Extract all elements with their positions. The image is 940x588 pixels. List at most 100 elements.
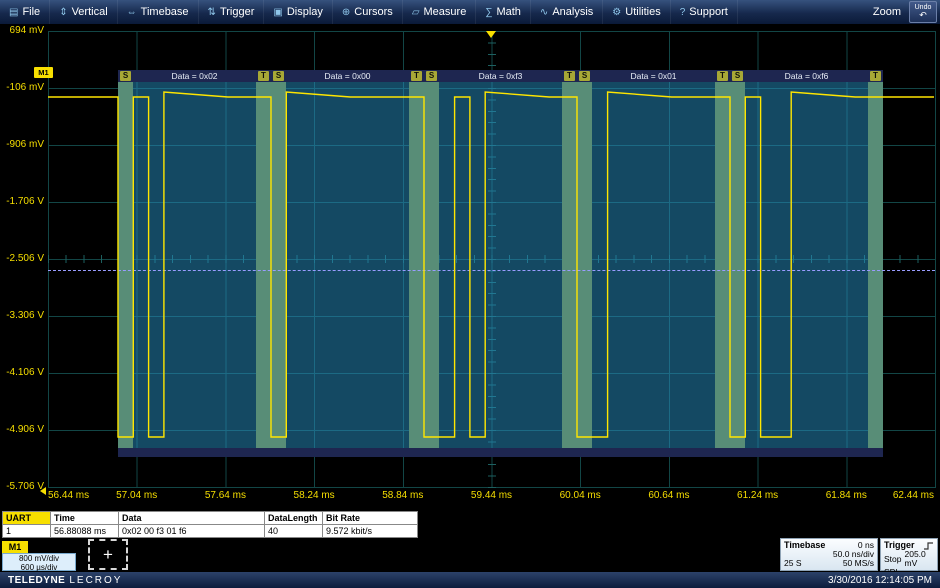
menu-item-measure[interactable]: ▱ Measure [403,0,477,24]
table-header-cell: Bit Rate [323,512,418,525]
utilities-icon: ⚙ [612,7,621,18]
menu-item-trigger[interactable]: ⇅ Trigger [199,0,265,24]
trigger-position-marker[interactable] [486,31,496,38]
support-icon: ? [680,7,686,18]
trigger-panel[interactable]: Trigger Stop 205.0 mV SPI [880,538,938,571]
display-icon: ▣ [273,7,282,18]
menu-item-vertical[interactable]: ⇕ Vertical [50,0,117,24]
y-axis-label: -4.106 V [0,368,44,378]
table-header-cell: Time [51,512,119,525]
table-header-cell: DataLength [265,512,323,525]
x-axis-label: 56.44 ms [48,490,118,501]
decode-data-label: Data = 0x02 [118,71,271,81]
decode-overlay [118,82,883,448]
status-bar: TELEDYNE LECROY 3/30/2016 12:14:05 PM [0,572,940,588]
menu-item-file[interactable]: ▤ File [0,0,50,24]
x-axis-label: 57.64 ms [190,490,260,501]
timebase-icon: ⇔ [127,7,137,18]
menu-bar: ▤ File ⇕ Vertical ⇔ Timebase ⇅ Trigger ▣ Display ⊕… [0,0,940,24]
table-cell: 0x02 00 f3 01 f6 [119,525,265,538]
add-trace-button[interactable]: + [88,539,128,570]
uart-table-title: UART [3,512,51,525]
analysis-icon: ∿ [540,7,548,18]
table-cell: 56.88088 ms [51,525,119,538]
menu-item-support[interactable]: ?Support [671,0,738,24]
x-axis-label: 57.04 ms [102,490,172,501]
decode-data-label: Data = 0x00 [271,71,424,81]
menu-item-math[interactable]: ∑ Math [476,0,531,24]
undo-button[interactable]: Undo ↶ [909,1,937,23]
timebase-title: Timebase [784,541,825,550]
measure-icon: ▱ [412,7,420,18]
y-axis-label: -106 mV [0,83,44,93]
trigger-level-line[interactable] [48,270,935,271]
y-axis-label: -2.506 V [0,254,44,264]
x-axis-label: 60.04 ms [545,490,615,501]
menu-item-label: Timebase [141,6,189,18]
math-icon: ∑ [485,7,492,18]
brand-lecroy: LECROY [69,575,122,586]
x-axis-label: 58.24 ms [279,490,349,501]
vertical-icon: ⇕ [59,7,67,18]
table-cell: 40 [265,525,323,538]
x-axis-label: 60.64 ms [634,490,704,501]
menu-item-utilities[interactable]: ⚙ Utilities [603,0,670,24]
menu-item-label: Math [496,6,520,18]
menu-item-label: Measure [424,6,467,18]
cursors-icon: ⊕ [342,7,350,18]
menu-item-label: Vertical [72,6,108,18]
decode-data-label: Data = 0xf3 [424,71,577,81]
uart-decode-band: STData = 0x02STData = 0x00STData = 0xf3S… [118,70,883,457]
timebase-rate: 50 MS/s [843,559,874,568]
trigger-level: 205.0 mV [905,550,935,568]
menu-item-label: Utilities [625,6,660,18]
timebase-reference-marker [40,487,46,495]
x-axis-label: 61.24 ms [723,490,793,501]
y-axis-label: 694 mV [0,26,44,36]
menu-bar-items: ▤ File ⇕ Vertical ⇔ Timebase ⇅ Trigger ▣ Display ⊕… [0,0,738,24]
timebase-panel[interactable]: Timebase 0 ns 50.0 ns/div 25 S 50 MS/s [780,538,878,571]
decode-data-label: Data = 0x01 [577,71,730,81]
m1-position-marker[interactable]: M1 [34,67,53,78]
waveform-display[interactable]: STData = 0x02STData = 0x00STData = 0xf3S… [0,24,940,508]
menu-item-label: Analysis [552,6,593,18]
decode-band-bottom-strip [118,448,883,457]
y-axis-label: -4.906 V [0,425,44,435]
menu-item-timebase[interactable]: ⇔ Timebase [118,0,199,24]
table-header-cell: Data [119,512,265,525]
menu-item-display[interactable]: ▣ Display [264,0,333,24]
menu-item-label: Trigger [220,6,254,18]
x-axis-label: 62.44 ms [866,490,934,501]
uart-decode-table[interactable]: UARTTimeDataDataLengthBit Rate 156.88088 … [2,511,418,538]
table-cell: 9.572 kbit/s [323,525,418,538]
trigger-icon: ⇅ [208,7,216,18]
menu-item-analysis[interactable]: ∿ Analysis [531,0,603,24]
y-axis-label: -5.706 V [0,482,44,492]
m1-descriptor-box[interactable]: 800 mV/div 600 µs/div [2,553,76,571]
undo-icon: ↶ [919,11,927,20]
menu-item-label: File [22,6,40,18]
x-axis-label: 61.84 ms [811,490,881,501]
m1-descriptor-tab[interactable]: M1 [2,541,28,553]
menu-item-label: Support [689,6,728,18]
x-axis-label: 58.84 ms [368,490,438,501]
table-cell: 1 [3,525,51,538]
timebase-samples: 25 S [784,559,802,568]
add-trace-label: + [103,545,113,565]
x-axis-label: 59.44 ms [457,490,527,501]
y-axis-label: -3.306 V [0,311,44,321]
file-icon: ▤ [9,7,18,18]
menu-item-label: Display [287,6,323,18]
menu-item-label: Cursors [354,6,393,18]
brand-teledyne: TELEDYNE [8,575,65,586]
m1-horizontal-scale: 600 µs/div [3,564,75,573]
menu-item-cursors[interactable]: ⊕ Cursors [333,0,403,24]
y-axis-label: -906 mV [0,140,44,150]
zoom-menu[interactable]: Zoom [873,6,901,18]
decode-data-label: Data = 0xf6 [730,71,883,81]
y-axis-label: -1.706 V [0,197,44,207]
brand-logo: TELEDYNE LECROY [8,575,122,586]
menu-bar-right: Zoom Undo ↶ [873,1,940,23]
datetime: 3/30/2016 12:14:05 PM [828,575,932,586]
trigger-mode: Stop [884,555,902,564]
